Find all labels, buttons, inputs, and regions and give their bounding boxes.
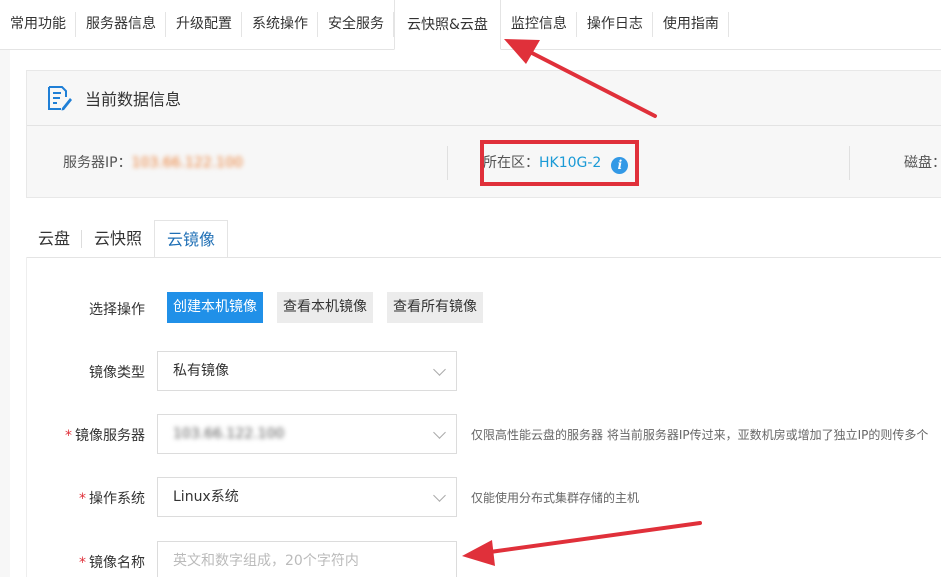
chevron-down-icon	[433, 489, 446, 502]
image-name-input[interactable]: 英文和数字组成，20个字符内	[157, 541, 457, 577]
image-type-select[interactable]: 私有镜像	[157, 351, 457, 391]
action-label: 选择操作	[89, 302, 145, 318]
server-ip-value: 103.66.122.100	[131, 155, 243, 171]
tab-cloud-disk[interactable]: 云盘	[26, 220, 83, 258]
panel-header: 当前数据信息	[27, 71, 941, 126]
image-name-label: 镜像名称	[89, 555, 145, 571]
divider	[849, 146, 850, 180]
top-tab-bar: 常用功能 服务器信息 升级配置 系统操作 安全服务 云快照&云盘 监控信息 操作…	[0, 0, 941, 50]
tab-cloud-snapshot[interactable]: 云快照	[82, 220, 154, 258]
current-data-panel: 当前数据信息 服务器IP：103.66.122.100 所在区：HK10G-2 i…	[26, 70, 941, 198]
image-type-label: 镜像类型	[89, 365, 145, 381]
chevron-down-icon	[433, 363, 446, 376]
required-asterisk: *	[65, 428, 72, 444]
left-strip	[0, 50, 10, 577]
image-server-hint: 仅限高性能云盘的服务器 将当前服务器IP传过来，亚数机房或增加了独立IP的则传多…	[471, 428, 929, 442]
image-type-value: 私有镜像	[173, 363, 229, 379]
tab-operation-log[interactable]: 操作日志	[577, 0, 653, 49]
create-local-image-button[interactable]: 创建本机镜像	[167, 292, 263, 323]
disk-label: 磁盘：	[904, 155, 941, 171]
os-value: Linux系统	[173, 489, 239, 505]
annotation-highlight-box	[480, 140, 639, 186]
tab-cloud-snapshot-disk[interactable]: 云快照&云盘	[394, 0, 501, 50]
panel-title: 当前数据信息	[85, 90, 182, 109]
tab-system-operations[interactable]: 系统操作	[242, 0, 318, 49]
sub-tab-bar: 云盘 云快照 云镜像	[26, 220, 229, 258]
tab-user-guide[interactable]: 使用指南	[653, 0, 729, 49]
required-asterisk: *	[79, 491, 86, 507]
os-label: 操作系统	[89, 491, 145, 507]
image-server-label-wrap: * 镜像服务器	[40, 425, 145, 445]
image-name-placeholder: 英文和数字组成，20个字符内	[173, 553, 359, 569]
tab-monitoring[interactable]: 监控信息	[501, 0, 577, 49]
tab-server-info[interactable]: 服务器信息	[76, 0, 166, 49]
image-server-value: 103.66.122.100	[173, 426, 285, 442]
info-row: 服务器IP：103.66.122.100 所在区：HK10G-2i 磁盘：	[27, 126, 941, 198]
tab-cloud-image[interactable]: 云镜像	[154, 220, 229, 258]
server-ip-field: 服务器IP：103.66.122.100	[63, 152, 243, 172]
server-ip-label: 服务器IP：	[63, 155, 132, 171]
os-hint: 仅能使用分布式集群存储的主机	[471, 491, 640, 505]
chevron-down-icon	[433, 426, 446, 439]
image-server-select[interactable]: 103.66.122.100	[157, 414, 457, 454]
os-select[interactable]: Linux系统	[157, 477, 457, 517]
tab-common-functions[interactable]: 常用功能	[0, 0, 76, 49]
required-asterisk: *	[79, 555, 86, 571]
view-all-images-button[interactable]: 查看所有镜像	[387, 292, 483, 323]
os-label-wrap: * 操作系统	[40, 488, 145, 508]
image-name-label-wrap: * 镜像名称	[40, 552, 145, 572]
tab-upgrade-config[interactable]: 升级配置	[166, 0, 242, 49]
tab-security-services[interactable]: 安全服务	[318, 0, 394, 49]
view-local-images-button[interactable]: 查看本机镜像	[277, 292, 373, 323]
image-server-label: 镜像服务器	[75, 428, 145, 444]
divider	[447, 146, 448, 180]
page: 常用功能 服务器信息 升级配置 系统操作 安全服务 云快照&云盘 监控信息 操作…	[0, 0, 941, 577]
document-edit-icon	[48, 86, 72, 111]
